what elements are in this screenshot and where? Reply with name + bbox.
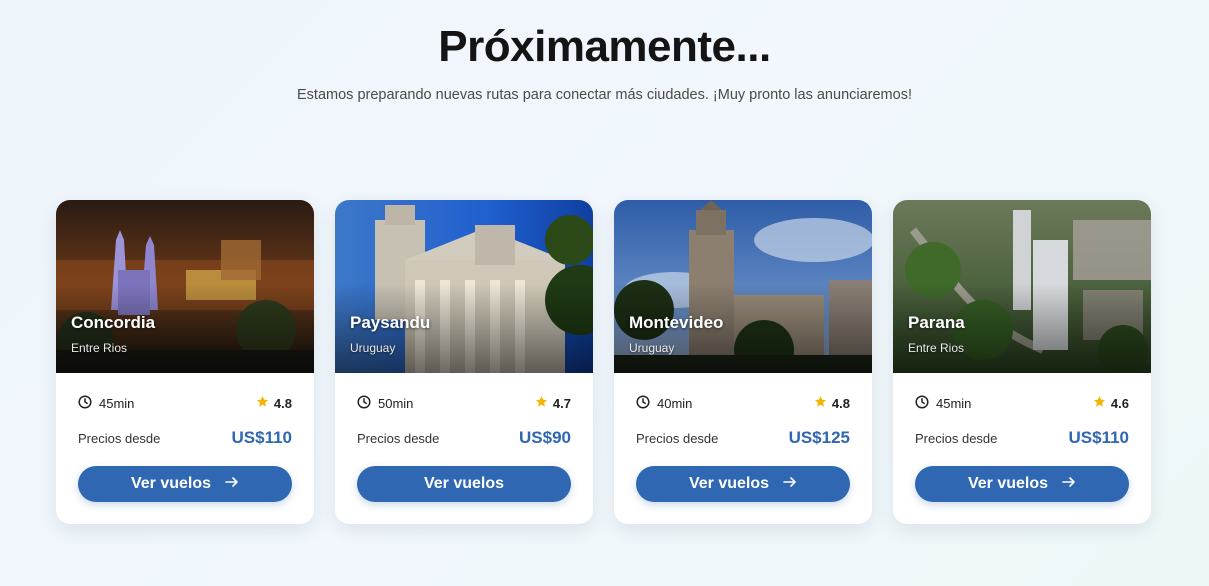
destination-card-parana: Parana Entre Rios 45min 4.6 Precios desd… xyxy=(893,200,1151,524)
star-icon xyxy=(1093,395,1106,411)
view-flights-label: Ver vuelos xyxy=(688,475,770,492)
clock-icon xyxy=(78,394,92,412)
clock-icon xyxy=(357,394,371,412)
star-icon xyxy=(814,395,827,411)
city-name: Paysandu xyxy=(350,313,431,332)
flight-duration: 45min xyxy=(99,395,135,411)
view-flights-button[interactable]: Ver vuelos xyxy=(915,466,1129,502)
price-label: Precios desde xyxy=(636,430,719,446)
page-title: Próximamente... xyxy=(438,22,771,71)
city-name: Concordia xyxy=(71,313,156,332)
view-flights-button[interactable]: Ver vuelos xyxy=(357,466,571,502)
view-flights-button[interactable]: Ver vuelos xyxy=(636,466,850,502)
city-region: Entre Rios xyxy=(71,341,128,355)
arrow-right-icon xyxy=(1062,475,1076,493)
price-value: US$110 xyxy=(231,428,293,447)
rating-value: 4.7 xyxy=(552,395,571,411)
city-image-paysandu: Paysandu Uruguay xyxy=(335,200,593,373)
arrow-right-icon xyxy=(225,475,239,493)
flight-duration: 40min xyxy=(657,395,693,411)
price-value: US$90 xyxy=(519,428,571,447)
city-image-parana: Parana Entre Rios xyxy=(893,200,1151,373)
star-icon xyxy=(256,395,269,411)
city-image-montevideo: Montevideo Uruguay xyxy=(614,200,872,373)
star-icon xyxy=(535,395,548,411)
view-flights-button[interactable]: Ver vuelos xyxy=(78,466,292,502)
city-region: Uruguay xyxy=(350,341,396,355)
price-label: Precios desde xyxy=(357,430,440,446)
view-flights-label: Ver vuelos xyxy=(130,475,212,492)
clock-icon xyxy=(915,394,929,412)
rating-value: 4.8 xyxy=(831,395,850,411)
page-subtitle: Estamos preparando nuevas rutas para con… xyxy=(297,87,912,103)
rating-value: 4.8 xyxy=(273,395,292,411)
price-label: Precios desde xyxy=(915,430,998,446)
flight-duration: 50min xyxy=(378,395,414,411)
city-image-concordia: Concordia Entre Rios xyxy=(56,200,314,373)
price-value: US$125 xyxy=(788,428,850,447)
view-flights-label: Ver vuelos xyxy=(967,475,1049,492)
rating-value: 4.6 xyxy=(1110,395,1129,411)
destination-card-montevideo: Montevideo Uruguay 40min 4.8 Precios des… xyxy=(614,200,872,524)
city-name: Montevideo xyxy=(629,313,724,332)
city-name: Parana xyxy=(908,313,965,332)
view-flights-label: Ver vuelos xyxy=(423,475,505,492)
price-value: US$110 xyxy=(1068,428,1130,447)
destination-card-paysandu: Paysandu Uruguay 50min 4.7 Precios desde… xyxy=(335,200,593,524)
destination-card-concordia: Concordia Entre Rios 45min 4.8 Precios d… xyxy=(56,200,314,524)
price-label: Precios desde xyxy=(78,430,161,446)
clock-icon xyxy=(636,394,650,412)
city-region: Entre Rios xyxy=(908,341,965,355)
city-region: Uruguay xyxy=(629,341,675,355)
flight-duration: 45min xyxy=(936,395,972,411)
arrow-right-icon xyxy=(783,475,797,493)
